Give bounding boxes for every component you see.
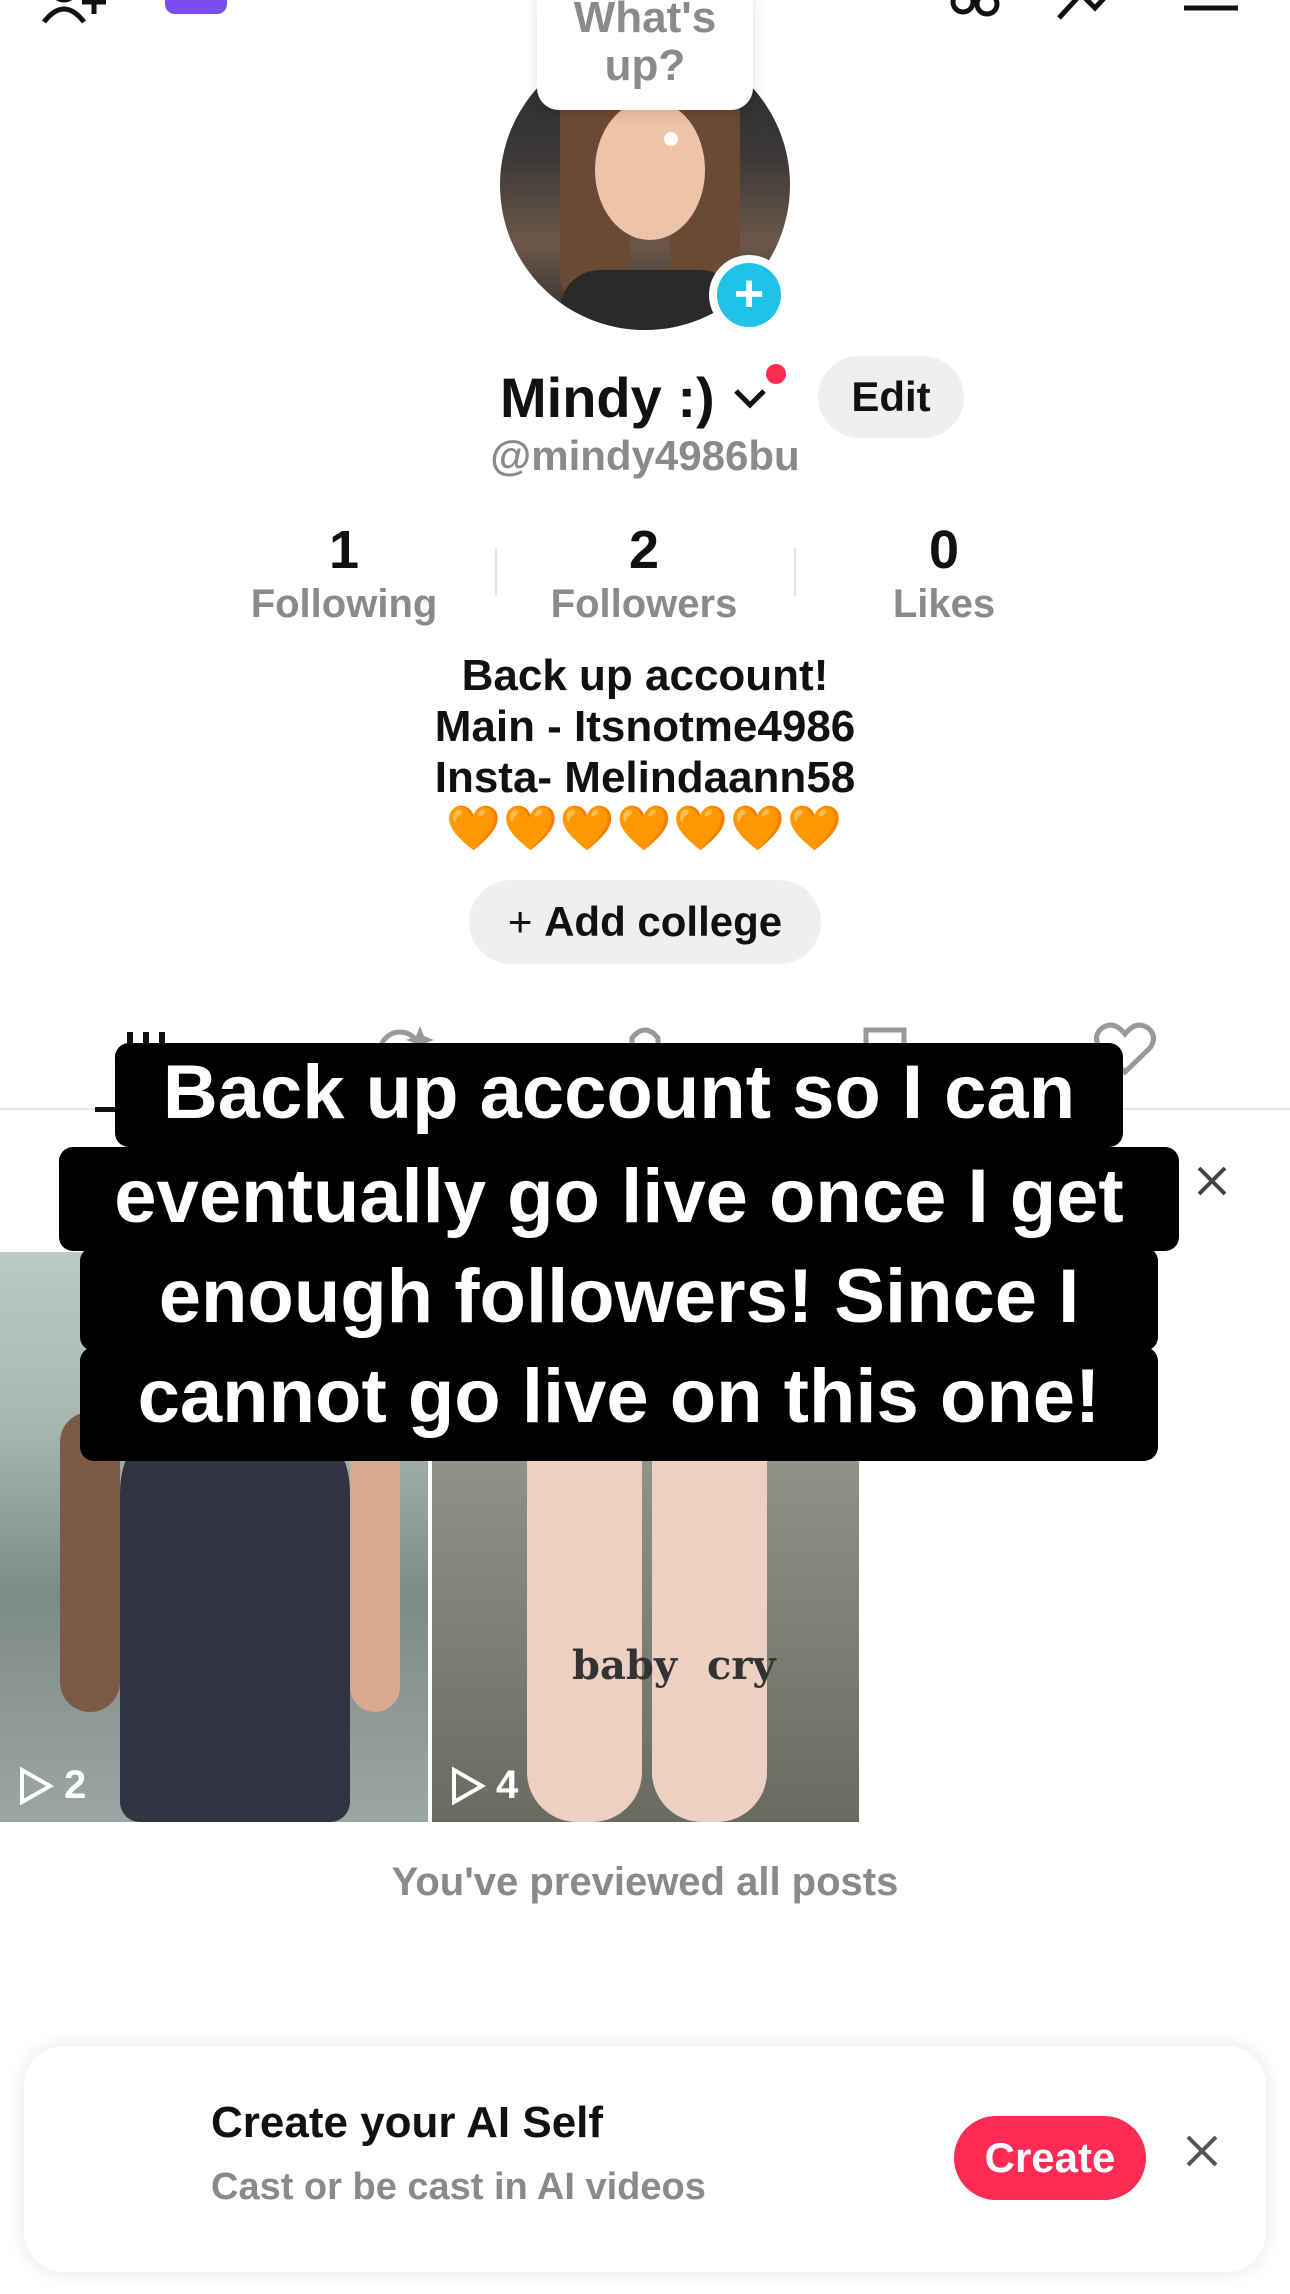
ai-sparkle-icon[interactable] bbox=[370, 1018, 440, 1078]
stat-label: Followers bbox=[550, 582, 738, 626]
ai-card-subtitle: Cast or be cast in AI videos bbox=[211, 2166, 706, 2208]
analytics-icon[interactable] bbox=[1055, 0, 1125, 24]
caption-line: eventually go live once I get bbox=[59, 1147, 1179, 1251]
play-icon bbox=[20, 1766, 54, 1805]
bio-line: Main - Itsnotme4986 bbox=[434, 702, 856, 751]
chevron-down-icon[interactable] bbox=[730, 378, 770, 423]
close-icon[interactable] bbox=[1184, 2128, 1220, 2178]
notification-dot bbox=[766, 364, 786, 384]
stat-divider bbox=[495, 548, 497, 596]
active-tab-indicator bbox=[95, 1107, 215, 1112]
tattoo-text: cry bbox=[707, 1642, 776, 1689]
bio-line: Insta- Melindaann58 bbox=[434, 753, 856, 802]
stat-label: Likes bbox=[892, 582, 996, 626]
bubble-line-1: What's bbox=[573, 0, 717, 42]
video-thumbnail[interactable]: baby cry 4 bbox=[432, 1252, 859, 1822]
view-count: 2 bbox=[16, 1763, 86, 1808]
bio-line: Back up account! bbox=[461, 651, 829, 700]
profile-handle: @mindy4986bu bbox=[490, 432, 800, 479]
edit-profile-button[interactable]: Edit bbox=[818, 356, 964, 438]
close-icon[interactable] bbox=[1195, 1160, 1229, 1208]
lock-icon[interactable] bbox=[610, 1018, 680, 1078]
stat-likes[interactable]: 0 Likes bbox=[824, 520, 1064, 628]
profile-name[interactable]: Mindy :) bbox=[500, 365, 715, 430]
videos-grid-icon[interactable] bbox=[120, 1018, 190, 1078]
stat-value: 0 bbox=[928, 520, 960, 580]
stat-value: 2 bbox=[628, 520, 660, 580]
stat-followers[interactable]: 2 Followers bbox=[524, 520, 764, 628]
previewed-all-posts-text: You've previewed all posts bbox=[391, 1860, 899, 1904]
plus-icon: + bbox=[717, 263, 781, 327]
add-college-label: Add college bbox=[544, 898, 783, 945]
view-count: 4 bbox=[448, 1763, 518, 1808]
bookmark-icon[interactable] bbox=[850, 1018, 920, 1078]
ai-self-card: Create your AI Self Cast or be cast in A… bbox=[24, 2046, 1266, 2272]
bubble-line-2: up? bbox=[604, 41, 686, 90]
profile-bio: Back up account! Main - Itsnotme4986 Ins… bbox=[0, 650, 1290, 854]
view-count-value: 4 bbox=[496, 1763, 519, 1807]
notification-badge[interactable] bbox=[165, 0, 227, 14]
menu-icon[interactable] bbox=[1180, 0, 1242, 14]
stat-following[interactable]: 1 Following bbox=[224, 520, 464, 628]
stat-value: 1 bbox=[328, 520, 360, 580]
stat-divider bbox=[794, 548, 796, 596]
create-button[interactable]: Create bbox=[954, 2116, 1146, 2200]
plus-icon: + bbox=[507, 898, 545, 945]
add-story-button[interactable]: + bbox=[709, 255, 789, 335]
add-friend-icon[interactable] bbox=[42, 0, 114, 26]
bio-hearts: 🧡🧡🧡🧡🧡🧡🧡 bbox=[446, 804, 844, 853]
bubble-tail bbox=[664, 132, 678, 146]
tattoo-text: baby bbox=[572, 1642, 678, 1689]
ai-card-title: Create your AI Self bbox=[211, 2098, 604, 2147]
profile-tabs bbox=[0, 1010, 1290, 1112]
video-thumbnail[interactable]: 2 bbox=[0, 1252, 428, 1822]
view-count-value: 2 bbox=[64, 1763, 87, 1807]
play-icon bbox=[452, 1766, 486, 1805]
caption-overlay: Back up account so I can eventually go l… bbox=[0, 0, 1290, 2294]
liked-heart-icon[interactable] bbox=[1090, 1018, 1160, 1078]
add-college-button[interactable]: + Add college bbox=[469, 880, 821, 964]
footprint-icon[interactable] bbox=[945, 0, 1005, 24]
status-bubble[interactable]: What's up? bbox=[537, 0, 753, 110]
stat-label: Following bbox=[250, 582, 438, 626]
